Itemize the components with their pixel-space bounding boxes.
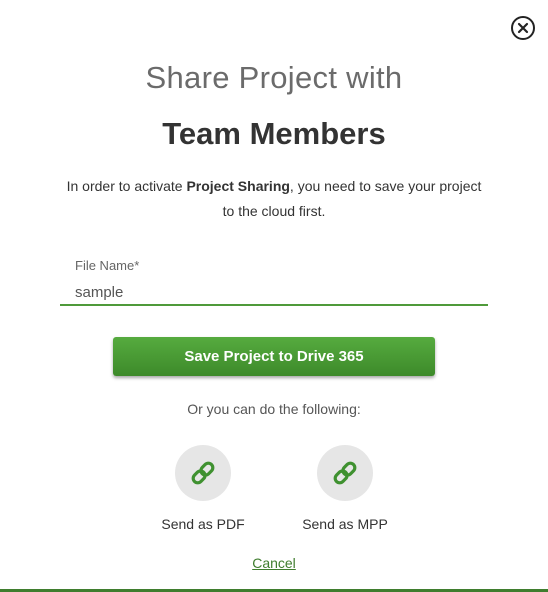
send-as-mpp-icon-circle[interactable] — [317, 445, 373, 501]
file-name-field: File Name* — [60, 256, 488, 310]
link-icon — [191, 461, 215, 485]
intro-prefix: In order to activate — [66, 178, 187, 194]
alternatives-text: Or you can do the following: — [187, 401, 361, 417]
file-name-input[interactable] — [60, 280, 488, 306]
send-as-pdf-option[interactable]: Send as PDF — [148, 445, 258, 535]
cancel-link[interactable]: Cancel — [252, 555, 296, 571]
dialog-title-line2: Team Members — [162, 116, 386, 151]
cancel-link-row: Cancel — [0, 555, 548, 571]
file-name-label: File Name* — [75, 258, 140, 273]
share-project-dialog: Share Project with Team Members In order… — [0, 0, 548, 592]
send-as-mpp-label: Send as MPP — [302, 516, 388, 532]
save-project-button[interactable]: Save Project to Drive 365 — [113, 337, 435, 376]
send-as-mpp-option[interactable]: Send as MPP — [290, 445, 400, 535]
intro-text: In order to activate Project Sharing, yo… — [60, 174, 488, 224]
link-icon — [333, 461, 357, 485]
close-button[interactable] — [511, 16, 535, 40]
intro-bold: Project Sharing — [186, 178, 290, 194]
close-circle-icon — [517, 22, 529, 34]
send-as-pdf-icon-circle[interactable] — [175, 445, 231, 501]
send-as-pdf-label: Send as PDF — [161, 516, 245, 532]
dialog-title-line1: Share Project with — [145, 60, 403, 95]
